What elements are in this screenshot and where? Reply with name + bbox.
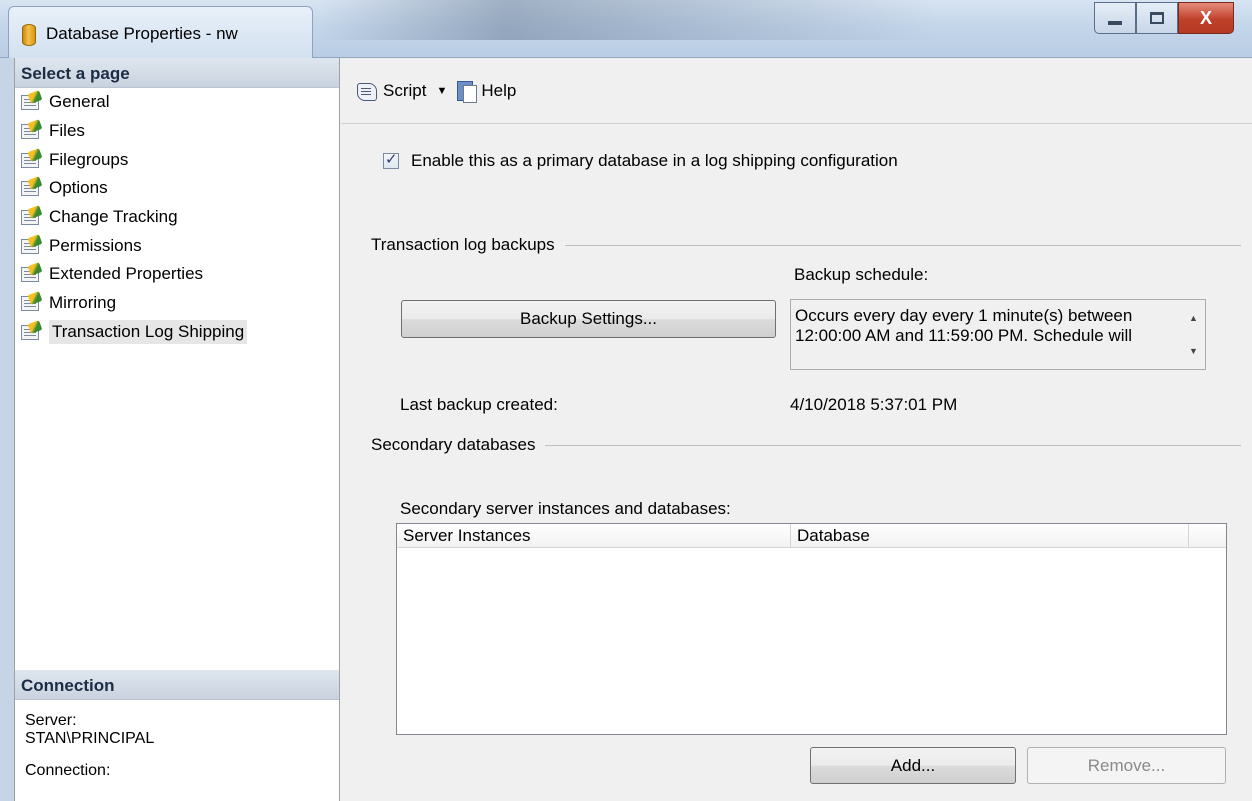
column-header-spacer (1189, 524, 1226, 547)
page-icon (19, 320, 43, 342)
window-frame-left (0, 58, 14, 801)
connection-label: Connection: (25, 762, 111, 779)
connection-header: Connection (15, 670, 339, 700)
window-title: Database Properties - nw (46, 24, 238, 43)
page-icon (19, 234, 43, 256)
sidebar-item-files[interactable]: Files (15, 117, 339, 146)
scroll-up-icon[interactable]: ▲ (1189, 313, 1198, 323)
connection-details: Server: STAN\PRINCIPAL Connection: (15, 700, 339, 780)
window-controls: X (1094, 2, 1234, 38)
sidebar-item-filegroups[interactable]: Filegroups (15, 145, 339, 174)
sidebar-item-mirroring[interactable]: Mirroring (15, 289, 339, 318)
page-icon (19, 90, 43, 112)
script-icon (355, 79, 379, 103)
title-bar: Database Properties - nw X (0, 0, 1252, 58)
add-button[interactable]: Add... (810, 747, 1016, 784)
toolbar: Script ▼ Help (341, 58, 1252, 124)
minimize-icon (1108, 21, 1122, 25)
last-backup-label: Last backup created: (400, 395, 558, 414)
sidebar-item-label: Filegroups (49, 149, 129, 169)
schedule-scrollbar[interactable]: ▲ ▼ (1183, 300, 1205, 369)
minimize-button[interactable] (1094, 2, 1136, 34)
page-icon (19, 119, 43, 141)
sidebar-item-change-tracking[interactable]: Change Tracking (15, 203, 339, 232)
server-value: STAN\PRINCIPAL (25, 730, 155, 747)
sidebar-item-general[interactable]: General (15, 88, 339, 117)
connection-section: Connection Server: STAN\PRINCIPAL Connec… (15, 670, 339, 780)
backup-schedule-box: Occurs every day every 1 minute(s) betwe… (790, 299, 1206, 370)
sidebar-item-extended-properties[interactable]: Extended Properties (15, 260, 339, 289)
secondary-group-title: Secondary databases (371, 435, 546, 455)
maximize-icon (1150, 12, 1164, 24)
sidebar-item-label: Options (49, 178, 108, 198)
remove-button[interactable]: Remove... (1027, 747, 1226, 784)
enable-primary-label: Enable this as a primary database in a l… (411, 151, 898, 170)
sidebar-item-label: Mirroring (49, 293, 117, 313)
help-icon (455, 79, 478, 103)
column-header-database[interactable]: Database (791, 524, 1189, 547)
secondary-databases-grid[interactable]: Server Instances Database (396, 523, 1227, 735)
page-icon (19, 291, 43, 313)
page-icon (19, 147, 43, 170)
sidebar-item-label: Permissions (49, 235, 142, 255)
server-label: Server: (25, 712, 77, 729)
column-header-server-instances[interactable]: Server Instances (397, 524, 791, 547)
sidebar-item-label: Transaction Log Shipping (49, 319, 248, 344)
backup-schedule-label: Backup schedule: (794, 265, 929, 284)
maximize-button[interactable] (1136, 2, 1178, 34)
sidebar-item-options[interactable]: Options (15, 174, 339, 203)
sidebar-item-transaction-log-shipping[interactable]: Transaction Log Shipping (15, 318, 339, 347)
script-dropdown-arrow-icon[interactable]: ▼ (436, 85, 447, 97)
close-icon: X (1199, 7, 1212, 28)
select-page-header: Select a page (15, 58, 339, 88)
sidebar-item-label: Files (49, 121, 85, 141)
sidebar-item-label: Change Tracking (49, 207, 178, 227)
page-selector-panel: Select a page General Files Filegroups O… (14, 58, 340, 801)
database-icon (22, 24, 36, 46)
secondary-list-label: Secondary server instances and databases… (400, 499, 731, 518)
script-button[interactable]: Script (383, 81, 426, 101)
last-backup-value: 4/10/2018 5:37:01 PM (790, 395, 958, 414)
page-icon (19, 262, 43, 284)
grid-header: Server Instances Database (397, 524, 1226, 548)
page-icon (19, 205, 43, 227)
page-icon (19, 176, 43, 198)
sidebar-item-label: General (49, 92, 110, 112)
scroll-down-icon[interactable]: ▼ (1189, 346, 1198, 356)
page-list: General Files Filegroups Options Change … (15, 88, 339, 346)
backup-settings-button[interactable]: Backup Settings... (401, 300, 776, 338)
transaction-group-title: Transaction log backups (371, 235, 565, 255)
enable-primary-row[interactable]: Enable this as a primary database in a l… (383, 150, 898, 171)
enable-primary-checkbox[interactable] (383, 150, 399, 169)
help-button[interactable]: Help (481, 81, 516, 101)
backup-schedule-text: Occurs every day every 1 minute(s) betwe… (795, 306, 1133, 345)
title-bar-background (320, 0, 940, 40)
sidebar-item-label: Extended Properties (49, 264, 204, 284)
properties-content: Script ▼ Help Enable this as a primary d… (341, 58, 1252, 801)
close-button[interactable]: X (1178, 2, 1234, 34)
sidebar-item-permissions[interactable]: Permissions (15, 231, 339, 260)
